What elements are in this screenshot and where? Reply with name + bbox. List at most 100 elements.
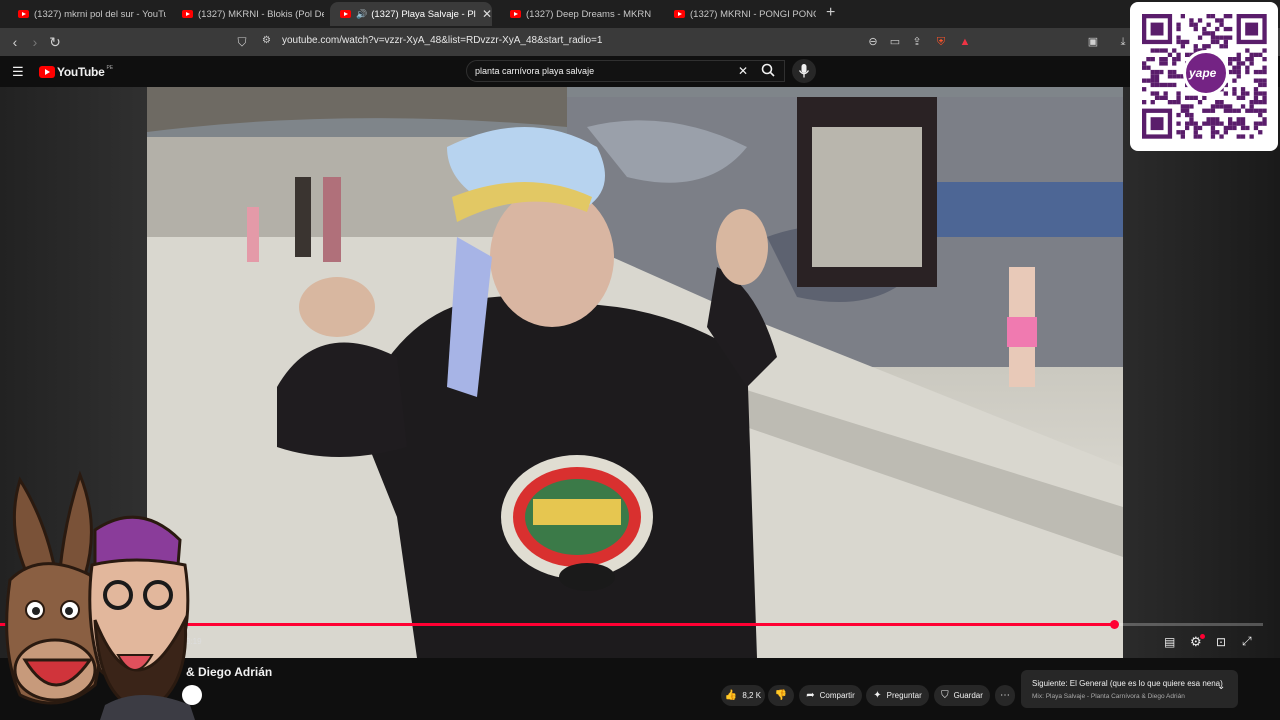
- up-next-card[interactable]: Siguiente: El General (que es lo que qui…: [1021, 670, 1238, 708]
- qr-module: [1176, 22, 1181, 27]
- qr-module: [1197, 125, 1203, 131]
- qr-module: [1219, 100, 1224, 105]
- qr-module: [1262, 108, 1267, 113]
- qr-module: [1189, 117, 1194, 122]
- qr-module: [1215, 100, 1220, 105]
- qr-module: [1236, 69, 1241, 75]
- qr-module: [1167, 82, 1173, 88]
- share-page-icon[interactable]: ⇪: [908, 33, 926, 51]
- qr-module: [1236, 57, 1241, 62]
- video-frame[interactable]: [147, 87, 1123, 658]
- qr-module: [1202, 31, 1207, 36]
- qr-module: [1232, 65, 1237, 70]
- qr-module: [1180, 39, 1185, 45]
- youtube-favicon-icon: [510, 10, 521, 18]
- qr-module: [1180, 104, 1185, 109]
- qr-module: [1193, 134, 1198, 139]
- save-label: Guardar: [953, 691, 983, 700]
- youtube-logo[interactable]: YouTube PE: [39, 65, 113, 79]
- voice-search-button[interactable]: [792, 59, 816, 83]
- browser-tab[interactable]: (1327) MKRNI - PONGI PONGI (DIEG: [664, 2, 816, 26]
- sidebar-icon[interactable]: ▣: [1084, 33, 1102, 51]
- search-input[interactable]: planta carnívora playa salvaje ✕: [466, 60, 785, 82]
- qr-module: [1163, 82, 1168, 88]
- qr-module: [1258, 130, 1263, 135]
- new-tab-button[interactable]: +: [826, 4, 835, 22]
- qr-module: [1176, 35, 1181, 40]
- browser-tab[interactable]: (1327) MKRNI - Blokis (Pol Del Sur Re: [172, 2, 324, 26]
- qr-module: [1219, 121, 1224, 126]
- save-button[interactable]: ⛉ Guardar: [934, 685, 990, 706]
- qr-module: [1172, 82, 1177, 88]
- qr-module: [1240, 134, 1246, 139]
- zoom-icon[interactable]: ⊖: [864, 33, 882, 51]
- qr-module: [1176, 130, 1181, 135]
- qr-module: [1223, 130, 1228, 135]
- chevron-down-icon[interactable]: ⌄: [1217, 681, 1225, 692]
- back-icon[interactable]: ‹: [6, 33, 24, 51]
- qr-module: [1258, 91, 1263, 96]
- qr-module: [1236, 134, 1241, 139]
- qr-module: [1176, 91, 1181, 96]
- theater-mode-icon[interactable]: ⊡: [1216, 635, 1226, 649]
- qr-module: [1210, 108, 1216, 113]
- qr-module: [1185, 108, 1190, 113]
- share-button[interactable]: ➦ Compartir: [799, 685, 862, 706]
- browser-tab[interactable]: (1327) mkrni pol del sur - YouTube: [8, 2, 166, 26]
- like-button[interactable]: 👍 8,2 K: [721, 685, 765, 706]
- video-scene: [147, 87, 1123, 658]
- site-info-icon[interactable]: ⚙: [262, 35, 271, 46]
- qr-module: [1154, 91, 1160, 96]
- cast-icon[interactable]: ▭: [886, 33, 904, 51]
- menu-icon[interactable]: ☰: [12, 64, 24, 80]
- close-tab-icon[interactable]: ✕: [482, 7, 492, 21]
- browser-tab[interactable]: (1327) Deep Dreams - MKRNI - YouT: [500, 2, 652, 26]
- youtube-play-logo-icon: [39, 66, 55, 78]
- qr-module: [1210, 117, 1216, 122]
- qr-module: [1176, 26, 1181, 32]
- more-actions-button[interactable]: ⋯: [995, 685, 1015, 706]
- qr-module: [1163, 91, 1168, 96]
- tab-label: (1327) Playa Salvaje - Planta C: [371, 8, 476, 20]
- forward-icon[interactable]: ›: [26, 33, 44, 51]
- reload-icon[interactable]: ↻: [46, 33, 64, 51]
- qr-module: [1210, 130, 1216, 135]
- qr-module: [1223, 35, 1228, 40]
- qr-module: [1232, 57, 1237, 62]
- qr-module: [1176, 121, 1181, 126]
- browser-tab-active[interactable]: 🔊 (1327) Playa Salvaje - Planta C ✕: [330, 2, 492, 26]
- qr-module: [1172, 74, 1177, 79]
- scrubber-handle[interactable]: [1109, 620, 1119, 629]
- qr-module: [1150, 78, 1155, 83]
- dislike-button[interactable]: 👎: [768, 685, 794, 706]
- qr-module: [1150, 74, 1155, 79]
- qr-module: [1202, 108, 1207, 113]
- qr-module: [1215, 104, 1220, 109]
- speaker-icon[interactable]: 🔊: [356, 9, 367, 20]
- qr-module: [1258, 112, 1263, 118]
- bookmark-icon[interactable]: ⛉: [233, 33, 251, 51]
- qr-finder-pattern: [1245, 22, 1259, 36]
- brave-shields-icon[interactable]: ⛨: [932, 33, 950, 51]
- qr-module: [1253, 125, 1259, 131]
- search-icon: [761, 63, 775, 77]
- qr-module: [1193, 44, 1198, 49]
- qr-module: [1176, 95, 1181, 100]
- subtitles-icon[interactable]: ▤: [1164, 635, 1175, 649]
- rewards-icon[interactable]: ▲: [956, 33, 974, 51]
- fullscreen-icon[interactable]: ⤢: [1242, 634, 1252, 649]
- qr-module: [1197, 18, 1203, 23]
- share-label: Compartir: [819, 691, 855, 700]
- qr-module: [1154, 95, 1160, 100]
- qr-module: [1172, 100, 1177, 105]
- qr-module: [1154, 48, 1160, 53]
- qr-module: [1215, 18, 1220, 23]
- qr-module: [1215, 121, 1220, 126]
- ask-button[interactable]: ✦ Preguntar: [866, 685, 929, 706]
- tab-label: (1327) MKRNI - Blokis (Pol Del Sur Re: [198, 8, 324, 20]
- qr-module: [1228, 117, 1233, 122]
- search-button[interactable]: [761, 63, 775, 80]
- qr-module: [1245, 91, 1250, 96]
- share-arrow-icon: ➦: [806, 690, 815, 701]
- clear-search-icon[interactable]: ✕: [738, 64, 748, 78]
